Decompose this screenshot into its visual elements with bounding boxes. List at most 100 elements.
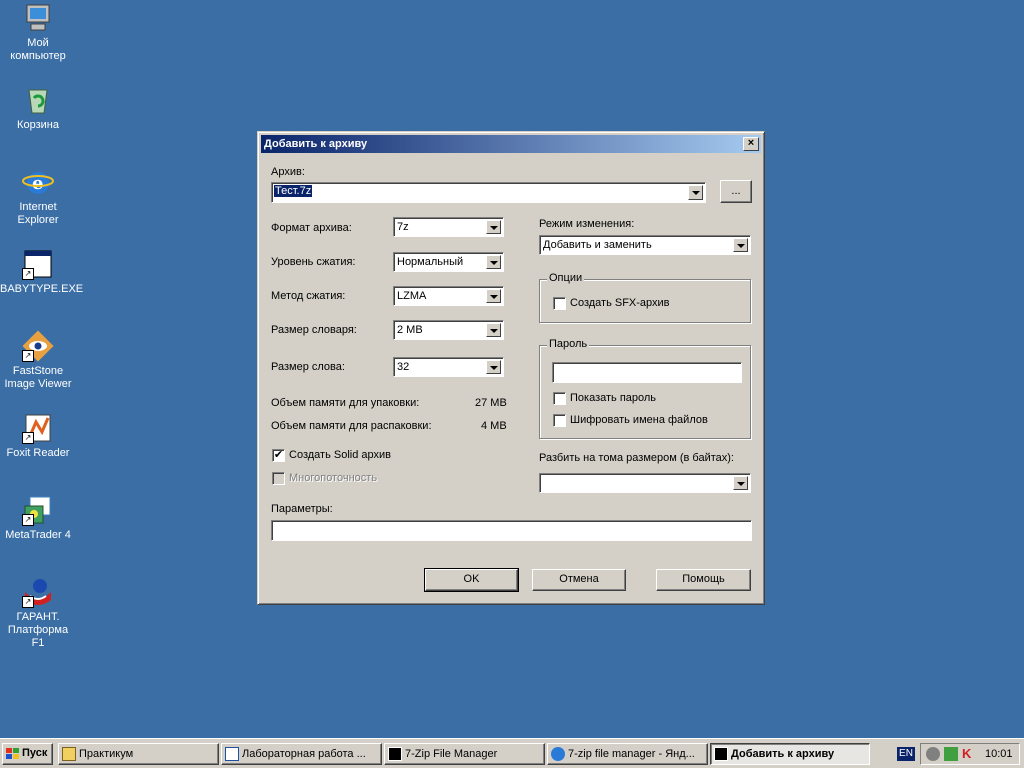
task-button-add-to-archive[interactable]: Добавить к архиву (710, 743, 870, 765)
dialog-titlebar[interactable]: Добавить к архиву × (261, 135, 761, 153)
chevron-down-icon[interactable] (486, 220, 501, 234)
memory-unpack-label: Объем памяти для распаковки: (271, 420, 432, 432)
desktop-icon-babytype[interactable]: ↗ BABYTYPE.EXE (0, 248, 84, 296)
shortcut-arrow-icon: ↗ (22, 514, 34, 526)
desktop-icon-label: BABYTYPE.EXE (0, 283, 84, 295)
memory-unpack-value: 4 MB (481, 420, 507, 432)
format-select[interactable]: 7z (393, 217, 504, 237)
chevron-down-icon[interactable] (733, 238, 748, 252)
memory-pack-value: 27 MB (475, 397, 507, 409)
desktop-icon-foxit-reader[interactable]: ↗ Foxit Reader (0, 412, 76, 460)
task-label: 7-zip file manager - Янд... (568, 748, 695, 760)
desktop-icon-label: Платформа F1 (7, 624, 69, 649)
method-value: LZMA (397, 290, 427, 302)
chevron-down-icon[interactable] (486, 289, 501, 303)
desktop-icon-internet-explorer[interactable]: e Internet Explorer (0, 166, 76, 227)
start-label: Пуск (22, 747, 48, 759)
help-button[interactable]: Помощь (656, 569, 751, 591)
windows-logo-icon (6, 748, 20, 760)
chevron-down-icon[interactable] (486, 323, 501, 337)
garant-icon: ↗ (22, 576, 54, 608)
browse-button[interactable]: ... (720, 180, 752, 203)
update-icon[interactable] (944, 747, 958, 761)
desktop-icon-garant[interactable]: ↗ ГАРАНТ. Платформа F1 (0, 576, 76, 650)
parameters-label: Параметры: (271, 503, 333, 515)
word-size-value: 32 (397, 361, 410, 373)
task-label: Практикум (79, 748, 134, 760)
metatrader-icon: ↗ (22, 494, 54, 526)
browse-button-label: ... (731, 185, 741, 197)
task-button-praktikum[interactable]: Практикум (58, 743, 219, 765)
multithread-checkbox (272, 472, 285, 485)
cancel-button-label: Отмена (559, 573, 599, 585)
sfx-checkbox[interactable] (553, 297, 566, 310)
dictionary-size-select[interactable]: 2 MB (393, 320, 504, 340)
chevron-down-icon[interactable] (486, 360, 501, 374)
chevron-down-icon[interactable] (688, 185, 703, 200)
update-mode-select[interactable]: Добавить и заменить (539, 235, 751, 255)
shortcut-arrow-icon: ↗ (22, 268, 34, 280)
close-icon: × (747, 137, 755, 149)
chevron-down-icon[interactable] (486, 255, 501, 269)
options-group: Опции Создать SFX-архив (539, 272, 751, 323)
add-to-archive-dialog: Добавить к архиву × Архив: Тест.7z ... Ф… (257, 131, 765, 605)
level-select[interactable]: Нормальный (393, 252, 504, 272)
parameters-input[interactable] (271, 520, 752, 541)
password-group: Пароль Показать пароль Шифровать имена ф… (539, 338, 751, 439)
task-button-browser[interactable]: 7-zip file manager - Янд... (547, 743, 708, 765)
desktop-icon-recycle-bin[interactable]: Корзина (0, 84, 76, 132)
word-document-icon (225, 747, 239, 761)
shortcut-arrow-icon: ↗ (22, 432, 34, 444)
task-label: Добавить к архиву (731, 748, 835, 760)
encrypt-filenames-label[interactable]: Шифровать имена файлов (570, 414, 708, 426)
split-volumes-combo[interactable] (539, 473, 751, 493)
dictionary-size-value: 2 MB (397, 324, 423, 336)
desktop-icon-label: компьютер (10, 50, 66, 62)
format-label: Формат архива: (271, 222, 352, 234)
archive-path-combo[interactable]: Тест.7z (271, 182, 706, 203)
close-button[interactable]: × (743, 137, 759, 151)
level-label: Уровень сжатия: (271, 256, 356, 268)
task-button-word[interactable]: Лабораторная работа ... (221, 743, 382, 765)
cancel-button[interactable]: Отмена (532, 569, 626, 591)
encrypt-filenames-checkbox[interactable] (553, 414, 566, 427)
desktop-icon-faststone[interactable]: ↗ FastStone Image Viewer (0, 330, 76, 391)
options-group-title: Опции (547, 272, 585, 284)
word-size-select[interactable]: 32 (393, 357, 504, 377)
internet-explorer-icon: e (22, 166, 54, 198)
desktop-icon-label: Мой (27, 37, 49, 49)
task-label: Лабораторная работа ... (242, 748, 366, 760)
desktop-icon-my-computer[interactable]: Мой компьютер (0, 2, 76, 63)
desktop-icon-label: Корзина (17, 119, 59, 131)
show-password-label[interactable]: Показать пароль (570, 392, 656, 404)
desktop-icon-label: Internet (19, 201, 57, 213)
solid-archive-checkbox[interactable]: ✔ (272, 449, 285, 462)
update-mode-value: Добавить и заменить (543, 239, 652, 251)
chevron-down-icon[interactable] (733, 476, 748, 490)
task-button-7zip-manager[interactable]: 7-Zip File Manager (384, 743, 545, 765)
level-value: Нормальный (397, 256, 464, 268)
show-password-checkbox[interactable] (553, 392, 566, 405)
start-button[interactable]: Пуск (2, 743, 53, 765)
method-select[interactable]: LZMA (393, 286, 504, 306)
memory-pack-label: Объем памяти для упаковки: (271, 397, 420, 409)
ok-button-label: OK (463, 573, 480, 585)
multithread-label: Многопоточность (289, 472, 378, 484)
kaspersky-icon[interactable]: K (962, 746, 971, 761)
archive-path-value: Тест.7z (274, 185, 313, 197)
7zip-icon (388, 747, 402, 761)
password-input[interactable] (552, 362, 742, 383)
solid-archive-label[interactable]: Создать Solid архив (289, 449, 391, 461)
shortcut-arrow-icon: ↗ (22, 350, 34, 362)
language-indicator[interactable]: EN (897, 747, 915, 761)
ok-button[interactable]: OK (424, 568, 519, 592)
network-icon[interactable] (926, 747, 940, 761)
password-group-title: Пароль (547, 338, 590, 350)
desktop-icon-metatrader[interactable]: ↗ MetaTrader 4 (0, 494, 76, 542)
browser-icon (551, 747, 565, 761)
clock[interactable]: 10:01 (985, 748, 1013, 760)
recycle-bin-icon (22, 84, 54, 116)
desktop-icon-label: MetaTrader 4 (5, 529, 71, 541)
word-size-label: Размер слова: (271, 361, 345, 373)
sfx-label[interactable]: Создать SFX-архив (570, 297, 670, 309)
